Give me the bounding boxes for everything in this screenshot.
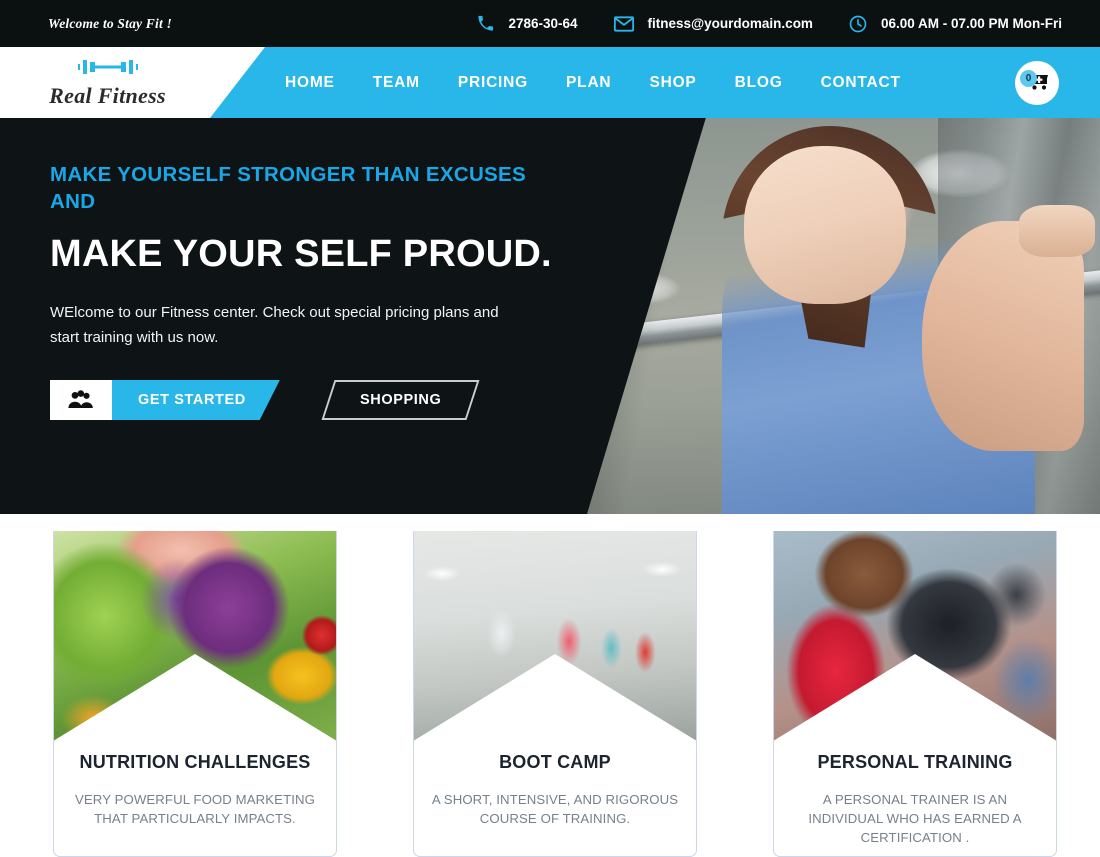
card-title: PERSONAL TRAINING [817, 752, 1013, 772]
nav-item-contact[interactable]: CONTACT [821, 68, 901, 98]
email-address: fitness@yourdomain.com [647, 16, 813, 31]
card-body: PERSONAL TRAINING A PERSONAL TRAINER IS … [774, 744, 1056, 847]
phone-number: 2786-30-64 [508, 16, 578, 31]
main-navigation: HOME TEAM PRICING PLAN SHOP BLOG CONTACT [285, 47, 901, 118]
top-utility-bar: Welcome to Stay Fit ! 2786-30-64 fitness… [0, 0, 1100, 47]
hours-contact: 06.00 AM - 07.00 PM Mon-Fri [849, 15, 1062, 33]
card-description: VERY POWERFUL FOOD MARKETING THAT PARTIC… [75, 792, 315, 826]
email-contact[interactable]: fitness@yourdomain.com [613, 15, 813, 32]
site-header: Real Fitness HOME TEAM PRICING PLAN SHOP… [0, 47, 1100, 118]
phone-contact[interactable]: 2786-30-64 [477, 15, 578, 32]
nav-item-home[interactable]: HOME [285, 68, 335, 98]
shopping-label: SHOPPING [359, 392, 442, 408]
hero-section: MAKE YOURSELF STRONGER THAN EXCUSES AND … [0, 118, 1100, 514]
nav-item-team[interactable]: TEAM [373, 68, 420, 98]
cart-count-badge: 0 [1020, 69, 1037, 87]
welcome-message: Welcome to Stay Fit ! [48, 15, 172, 31]
nav-item-blog[interactable]: BLOG [735, 68, 783, 98]
card-description: A SHORT, INTENSIVE, AND RIGOROUS COURSE … [431, 792, 679, 826]
feature-card-nutrition[interactable]: NUTRITION CHALLENGES VERY POWERFUL FOOD … [53, 531, 337, 857]
nav-item-plan[interactable]: PLAN [566, 68, 611, 98]
dumbbell-icon [76, 57, 140, 82]
hero-image [587, 118, 1100, 514]
shopping-button[interactable]: SHOPPING [321, 380, 480, 420]
card-image-boot-camp [414, 531, 696, 744]
feature-card-boot-camp[interactable]: BOOT CAMP A SHORT, INTENSIVE, AND RIGORO… [413, 531, 697, 857]
card-body: BOOT CAMP A SHORT, INTENSIVE, AND RIGORO… [414, 744, 696, 828]
fitness-landing-page: Welcome to Stay Fit ! 2786-30-64 fitness… [0, 0, 1100, 857]
hero-text-block: MAKE YOURSELF STRONGER THAN EXCUSES AND … [50, 118, 570, 420]
hero-image-shadow-overlay [587, 118, 1100, 514]
envelope-icon [613, 15, 634, 32]
hero-actions: GET STARTED SHOPPING [50, 380, 570, 420]
feature-card-personal-training[interactable]: PERSONAL TRAINING A PERSONAL TRAINER IS … [773, 531, 1057, 857]
card-image-nutrition [54, 531, 336, 744]
brand-name: Real Fitness [49, 82, 166, 108]
brand-logo[interactable]: Real Fitness [0, 47, 215, 118]
get-started-label: GET STARTED [112, 380, 280, 420]
phone-icon [477, 15, 494, 32]
card-image-personal-training [774, 531, 1056, 744]
card-body: NUTRITION CHALLENGES VERY POWERFUL FOOD … [54, 744, 336, 828]
group-people-icon [50, 380, 112, 420]
clock-icon [849, 15, 867, 33]
business-hours: 06.00 AM - 07.00 PM Mon-Fri [880, 16, 1062, 31]
nav-item-pricing[interactable]: PRICING [458, 68, 528, 98]
feature-cards-section: NUTRITION CHALLENGES VERY POWERFUL FOOD … [0, 514, 1100, 857]
hero-title: MAKE YOUR SELF PROUD. [50, 233, 552, 275]
hero-subtitle: WElcome to our Fitness center. Check out… [50, 304, 499, 346]
nav-item-shop[interactable]: SHOP [649, 68, 696, 98]
get-started-button[interactable]: GET STARTED [50, 380, 280, 420]
card-description: A PERSONAL TRAINER IS AN INDIVIDUAL WHO … [808, 792, 1022, 845]
cart-button[interactable]: 0 [1015, 60, 1059, 105]
contact-info-group: 2786-30-64 fitness@yourdomain.com 06.00 … [477, 15, 1062, 33]
card-title: NUTRITION CHALLENGES [79, 752, 311, 772]
hero-kicker: MAKE YOURSELF STRONGER THAN EXCUSES AND [50, 163, 526, 213]
card-title: BOOT CAMP [499, 752, 611, 772]
